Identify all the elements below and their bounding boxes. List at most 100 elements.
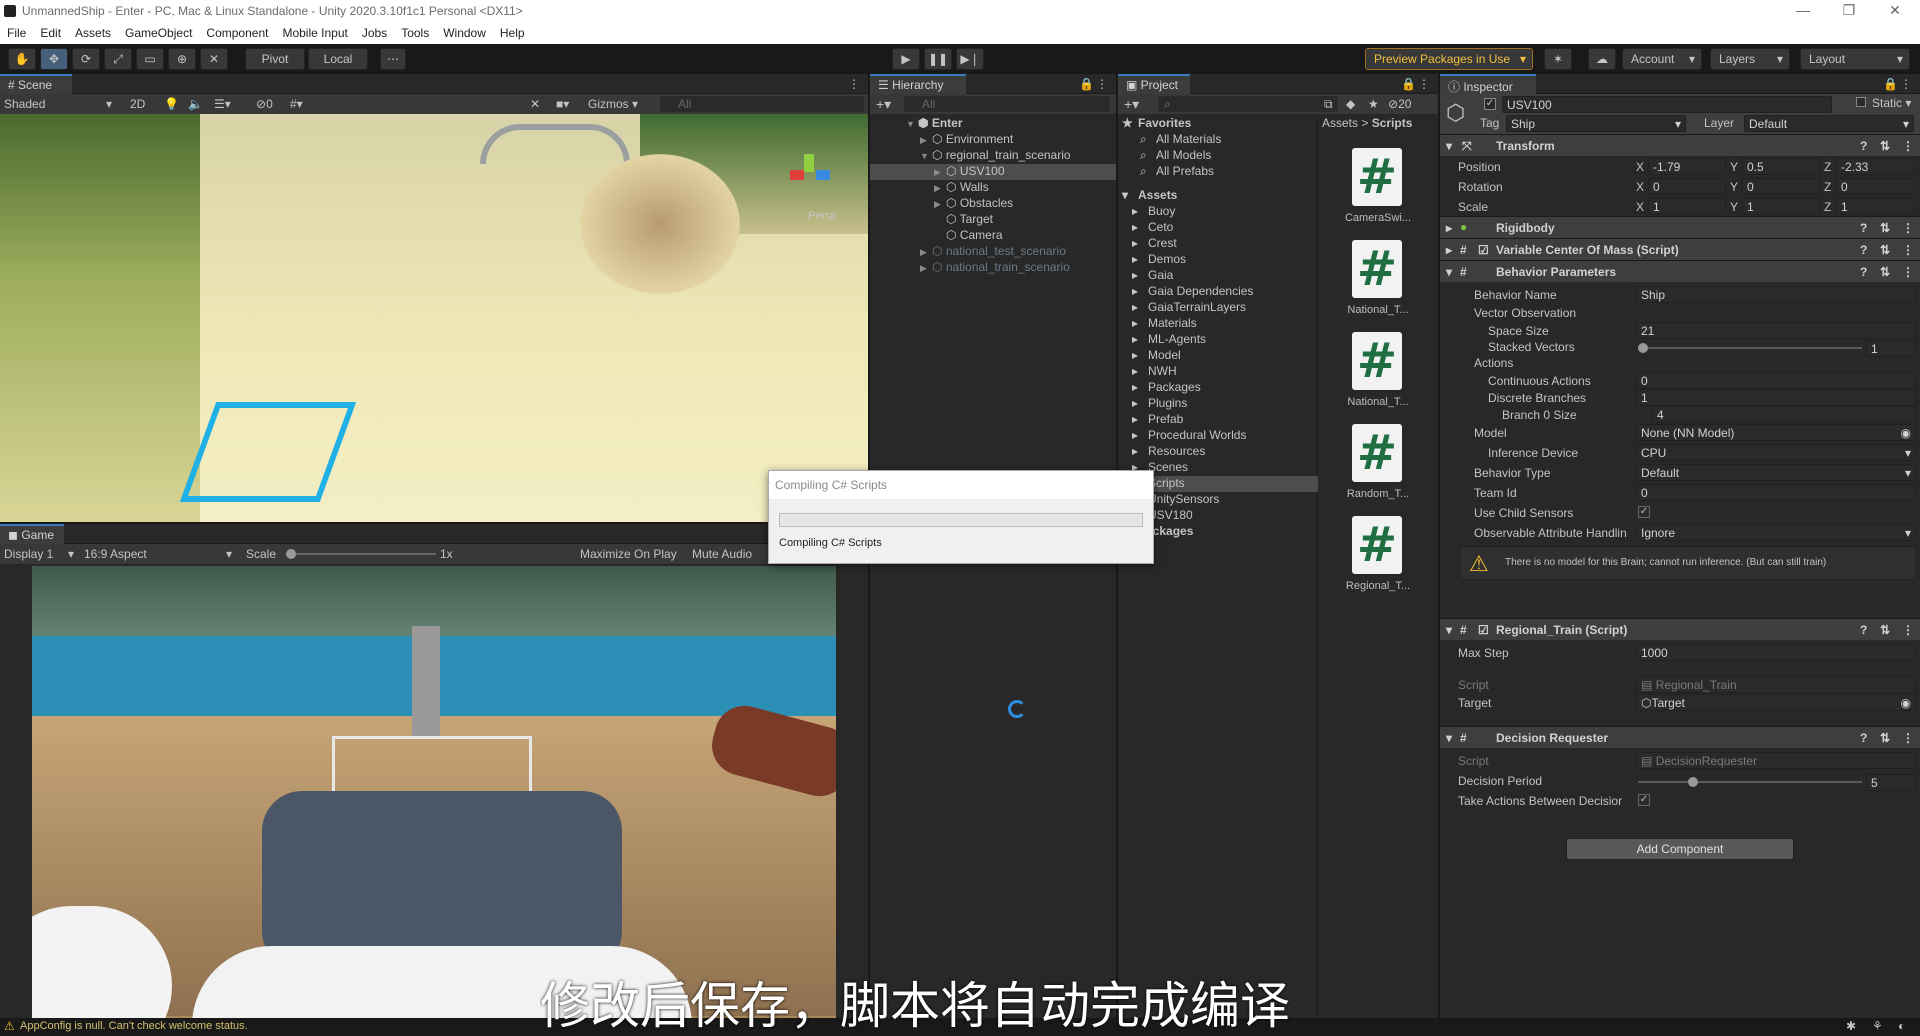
collapsed-foldout-icon[interactable]: ▶ bbox=[920, 263, 932, 274]
collapsed-foldout-icon[interactable]: ▶ bbox=[934, 167, 946, 178]
script-asset-label[interactable]: CameraSwi... bbox=[1338, 212, 1418, 224]
display-dropdown[interactable]: Display 1 ▾ bbox=[4, 547, 78, 561]
layer-dropdown[interactable]: Default ▾ bbox=[1744, 115, 1914, 132]
project-tree-item[interactable]: ▸ Demos bbox=[1118, 252, 1318, 268]
rigidbody-foldout-icon[interactable]: ▸ bbox=[1446, 221, 1452, 235]
collapsed-foldout-icon[interactable]: ▶ bbox=[920, 247, 932, 258]
axis-label-y[interactable]: Y bbox=[1730, 180, 1738, 196]
behavior-help-icon[interactable]: ? bbox=[1860, 265, 1867, 279]
effects-icon[interactable]: ☰▾ bbox=[214, 97, 231, 111]
rotate-tool-icon[interactable]: ⟳ bbox=[72, 48, 100, 70]
tag-dropdown[interactable]: Ship ▾ bbox=[1506, 115, 1686, 132]
scene-menu-icon[interactable]: ⋮ bbox=[848, 77, 860, 91]
pause-button[interactable]: ❚❚ bbox=[924, 48, 952, 70]
position-z-field[interactable]: -2.33 bbox=[1836, 158, 1914, 175]
custom-tool-icon[interactable]: ✕ bbox=[200, 48, 228, 70]
tab-game[interactable]: ◼ Game bbox=[0, 524, 64, 544]
script-asset-label[interactable]: Random_T... bbox=[1338, 488, 1418, 500]
menu-mobile-input[interactable]: Mobile Input bbox=[275, 24, 354, 44]
project-tree-item[interactable]: ▸ Gaia Dependencies bbox=[1118, 284, 1318, 300]
decision-help-icon[interactable]: ? bbox=[1860, 731, 1867, 745]
hierarchy-item[interactable]: ▶ ⬡ Environment bbox=[870, 132, 1116, 148]
maximize-button[interactable]: ❐ bbox=[1826, 2, 1872, 19]
scale-x-field[interactable]: 1 bbox=[1648, 198, 1726, 215]
behavior-header[interactable]: ▾ # Behavior Parameters ? ⇅ ⋮ bbox=[1440, 260, 1920, 282]
status-bug-icon[interactable]: ✱ bbox=[1846, 1019, 1856, 1033]
hierarchy-lock-icon[interactable]: 🔒 bbox=[1079, 77, 1094, 91]
hierarchy-item[interactable]: ▶ ⬡ Obstacles bbox=[870, 196, 1116, 212]
stacked-vectors-handle[interactable] bbox=[1638, 343, 1648, 353]
collapsed-foldout-icon[interactable]: ▶ bbox=[920, 135, 932, 146]
project-tree-item[interactable]: ▸ Gaia bbox=[1118, 268, 1318, 284]
axis-label-y[interactable]: Y bbox=[1730, 160, 1738, 176]
menu-window[interactable]: Window bbox=[436, 24, 493, 44]
status-bake-icon[interactable]: ◐ bbox=[1898, 1019, 1905, 1033]
scene-orientation-gizmo[interactable] bbox=[790, 154, 830, 194]
transform-preset-icon[interactable]: ⇅ bbox=[1880, 139, 1890, 153]
decision-foldout-icon[interactable]: ▾ bbox=[1446, 731, 1452, 745]
scale-y-field[interactable]: 1 bbox=[1742, 198, 1820, 215]
rotation-x-field[interactable]: 0 bbox=[1648, 178, 1726, 195]
hierarchy-search-input[interactable]: All bbox=[904, 96, 1110, 112]
project-tree-item[interactable]: ▸ GaiaTerrainLayers bbox=[1118, 300, 1318, 316]
script-asset-label[interactable]: Regional_T... bbox=[1338, 580, 1418, 592]
collab-icon[interactable]: ✶ bbox=[1544, 48, 1572, 70]
rigidbody-preset-icon[interactable]: ⇅ bbox=[1880, 221, 1890, 235]
inspector-menu-icon[interactable]: ⋮ bbox=[1900, 77, 1912, 91]
project-tree-item[interactable]: ▸ Ceto bbox=[1118, 220, 1318, 236]
tab-scene[interactable]: # Scene bbox=[0, 74, 72, 94]
project-tree-item[interactable]: ⌕ All Models bbox=[1118, 148, 1318, 164]
branch0-size-field[interactable]: 4 bbox=[1652, 406, 1916, 423]
vcom-menu-icon[interactable]: ⋮ bbox=[1902, 243, 1914, 257]
project-tree-item[interactable]: ▸ Procedural Worlds bbox=[1118, 428, 1318, 444]
axis-label-y[interactable]: Y bbox=[1730, 200, 1738, 216]
hand-tool-icon[interactable]: ✋ bbox=[8, 48, 36, 70]
vcom-foldout-icon[interactable]: ▸ bbox=[1446, 243, 1452, 257]
tab-inspector[interactable]: ⓘ Inspector bbox=[1440, 74, 1536, 94]
transform-header[interactable]: ▾ ⤧ Transform ? ⇅ ⋮ bbox=[1440, 134, 1920, 156]
hierarchy-item[interactable]: ▶ ⬡ national_test_scenario bbox=[870, 244, 1116, 260]
decision-menu-icon[interactable]: ⋮ bbox=[1902, 731, 1914, 745]
csharp-script-icon[interactable]: # bbox=[1352, 516, 1402, 574]
project-tree-item[interactable]: ⌕ All Prefabs bbox=[1118, 164, 1318, 180]
breadcrumb-assets[interactable]: Assets bbox=[1322, 116, 1358, 130]
rotation-z-field[interactable]: 0 bbox=[1836, 178, 1914, 195]
project-tree-item[interactable]: ▸ NWH bbox=[1118, 364, 1318, 380]
favorite-star-icon[interactable]: ★ bbox=[1368, 97, 1379, 111]
inference-device-dropdown[interactable]: CPU ▾ bbox=[1636, 444, 1916, 461]
menu-edit[interactable]: Edit bbox=[33, 24, 68, 44]
stacked-vectors-field[interactable]: 1 bbox=[1866, 340, 1916, 357]
stacked-vectors-slider[interactable] bbox=[1638, 343, 1862, 353]
vcom-enabled-checkbox[interactable]: ☑ bbox=[1478, 243, 1489, 257]
csharp-script-icon[interactable]: # bbox=[1352, 332, 1402, 390]
scale-tool-icon[interactable]: ⤢ bbox=[104, 48, 132, 70]
model-picker-icon[interactable]: ◉ bbox=[1901, 426, 1911, 440]
behavior-type-dropdown[interactable]: Default ▾ bbox=[1636, 464, 1916, 481]
menu-assets[interactable]: Assets bbox=[68, 24, 118, 44]
project-tree-item[interactable]: ▸ Resources bbox=[1118, 444, 1318, 460]
layout-dropdown[interactable]: Layout bbox=[1800, 48, 1910, 70]
shading-dropdown[interactable]: Shaded ▾ bbox=[4, 97, 114, 111]
transform-tool-icon[interactable]: ⊕ bbox=[168, 48, 196, 70]
project-lock-icon[interactable]: 🔒 bbox=[1401, 77, 1416, 91]
project-search-input[interactable]: ⌕ bbox=[1158, 96, 1338, 112]
decision-period-slider[interactable] bbox=[1638, 777, 1862, 787]
regional-train-foldout-icon[interactable]: ▾ bbox=[1446, 623, 1452, 637]
breadcrumb-scripts[interactable]: Scripts bbox=[1372, 116, 1413, 130]
position-x-field[interactable]: -1.79 bbox=[1648, 158, 1726, 175]
hierarchy-item[interactable]: ▶ ⬡ Walls bbox=[870, 180, 1116, 196]
grid-snap-icon[interactable]: ⋯ bbox=[380, 48, 406, 70]
transform-help-icon[interactable]: ? bbox=[1860, 139, 1867, 153]
lighting-icon[interactable]: 💡 bbox=[164, 97, 179, 111]
script-asset-label[interactable]: National_T... bbox=[1338, 396, 1418, 408]
minimize-button[interactable]: — bbox=[1780, 2, 1826, 18]
take-actions-checkbox[interactable]: ✓ bbox=[1638, 794, 1650, 806]
hierarchy-add-button[interactable]: +▾ bbox=[876, 96, 891, 113]
inspector-lock-icon[interactable]: 🔒 bbox=[1883, 77, 1898, 91]
expanded-foldout-icon[interactable]: ▼ bbox=[906, 119, 918, 129]
continuous-actions-field[interactable]: 0 bbox=[1636, 372, 1916, 389]
space-size-field[interactable]: 21 bbox=[1636, 322, 1916, 339]
play-button[interactable]: ▶ bbox=[892, 48, 920, 70]
hidden-objects-icon[interactable]: ⊘0 bbox=[256, 97, 273, 111]
model-field[interactable]: None (NN Model) ◉ bbox=[1636, 424, 1916, 441]
